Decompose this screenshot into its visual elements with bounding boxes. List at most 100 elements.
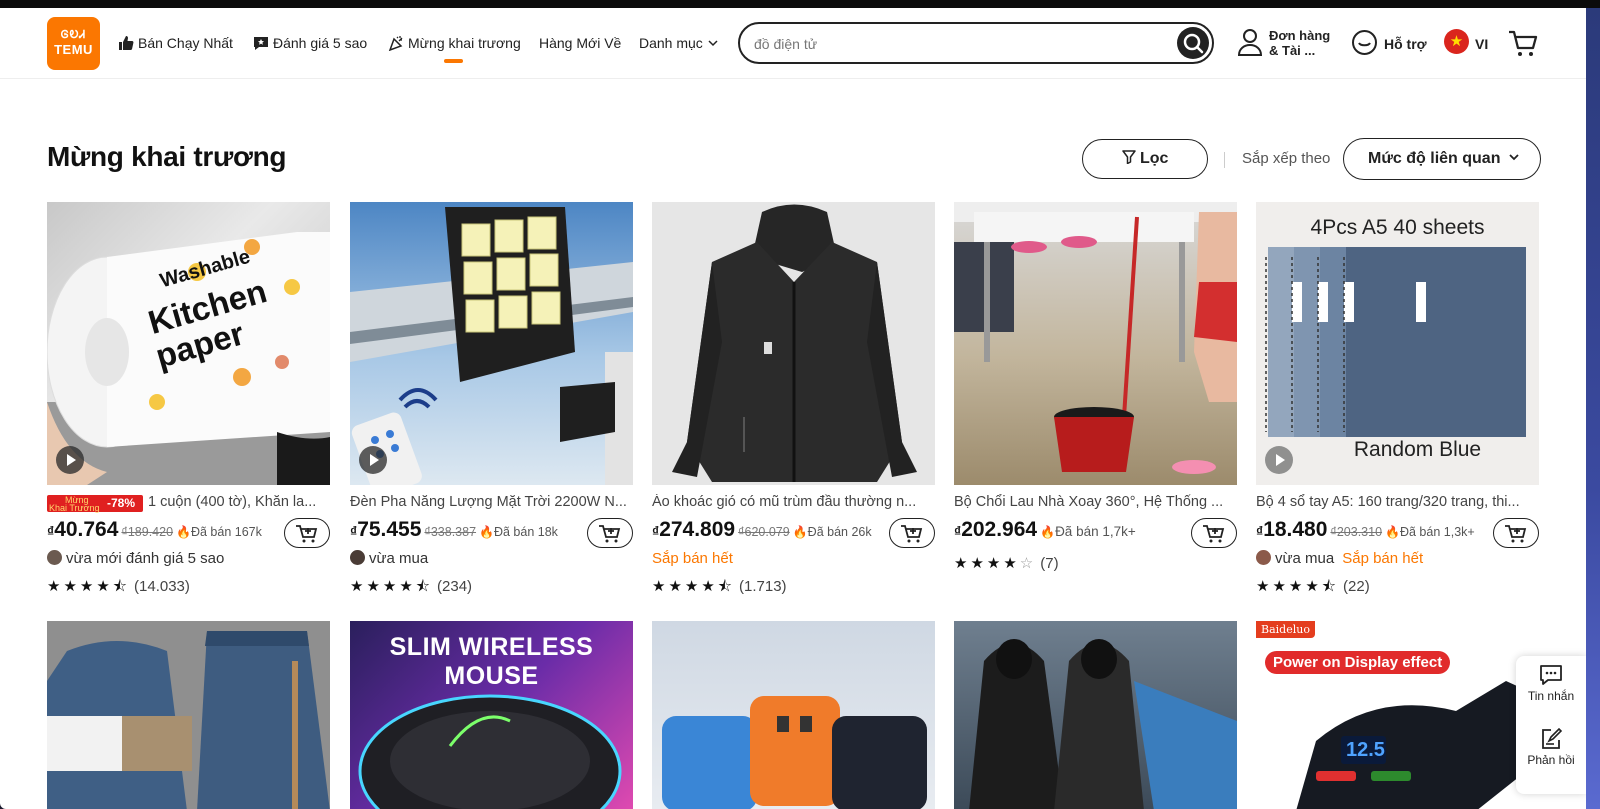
account-line2: & Tài ... [1269,43,1316,58]
active-nav-indicator [444,59,463,63]
chevron-down-icon [708,40,718,47]
price: ₫18.480 [1256,518,1327,541]
play-video-icon[interactable] [1265,446,1293,474]
nav-label: Đánh giá 5 sao [273,35,368,51]
temu-logo[interactable]: ᎶᎧᏗ TEMU [47,17,100,70]
image-text: 4Pcs A5 40 sheets [1310,216,1485,239]
sold-count: 🔥Đã bán 26k [793,525,872,539]
review-count: (14.033) [134,578,190,595]
star-rating: ★★★★⯪ (14.033) [47,578,190,595]
support-link[interactable]: Hỗ trợ [1384,36,1427,52]
add-cart-icon [296,525,318,543]
product-title[interactable]: 1 cuộn (400 tờ), Khăn la... [148,494,330,510]
nav-label: Mừng khai trương [408,35,521,51]
activity-line: vừa mua [350,550,428,567]
orders-account-link[interactable]: Đơn hàng & Tài ... [1269,28,1330,58]
support-icon[interactable] [1351,29,1378,56]
language-selector[interactable]: VI [1475,36,1488,52]
price: ₫40.764 [47,518,118,541]
product-card[interactable]: Washable Kitchen paper Mừng Khai Trương … [47,202,330,595]
travel-adapters-illustration [662,696,927,809]
account-line1: Đơn hàng [1269,28,1331,43]
nav-five-star[interactable]: Đánh giá 5 sao [253,35,367,51]
logo-glyphs: ᎶᎧᏗ [60,29,87,41]
price-row: ₫274.809 ₫620.079 🔥Đã bán 26k [652,518,935,548]
chat-icon [1540,665,1562,685]
add-to-cart-button[interactable] [1191,518,1237,548]
sold-text: Đã bán 18k [493,525,558,539]
fire-icon: 🔥 [1040,525,1056,539]
sold-count: 🔥Đã bán 1,7k+ [1040,524,1136,539]
thumbs-up-icon [119,36,134,50]
original-price: ₫338.387 [424,525,477,539]
product-card[interactable]: Áo khoác gió có mũ trùm đầu thường n... … [652,202,935,595]
star-rating: ★★★★⯪ (22) [1256,578,1370,595]
cart-icon[interactable] [1508,29,1538,57]
feedback-button[interactable]: Phản hồi [1516,727,1586,767]
nav-label: Bán Chạy Nhất [138,35,233,51]
product-image[interactable]: Baideluo Power on Display effect 12.5 [1256,621,1539,809]
add-to-cart-button[interactable] [587,518,633,548]
product-title[interactable]: Áo khoác gió có mũ trùm đầu thường n... [652,494,935,510]
sold-count: 🔥Đã bán 167k [176,525,262,539]
product-card[interactable]: Đèn Pha Năng Lượng Mặt Trời 2200W N... ₫… [350,202,633,595]
add-to-cart-button[interactable] [1493,518,1539,548]
search-button[interactable] [1177,27,1209,59]
fire-icon: 🔥 [176,525,191,539]
review-count: (22) [1343,578,1370,595]
edit-icon [1542,727,1563,749]
product-image[interactable] [954,202,1237,485]
nav-categories[interactable]: Danh mục [639,35,719,51]
opening-sale-badge: Mừng Khai Trương -78% [47,495,143,513]
product-card[interactable]: Bộ Chổi Lau Nhà Xoay 360°, Hệ Thống ... … [954,202,1237,572]
filter-icon [1121,150,1136,165]
sort-dropdown[interactable]: Mức độ liên quan [1343,138,1541,180]
charger-display: 12.5 [1346,739,1385,761]
product-title[interactable]: Đèn Pha Năng Lượng Mặt Trời 2200W N... [350,494,633,510]
play-video-icon[interactable] [359,446,387,474]
divider [1224,152,1225,168]
product-image[interactable]: 4Pcs A5 40 sheets Random Blue [1256,202,1539,485]
price-value: 202.964 [961,518,1038,541]
search-input[interactable] [752,31,1156,57]
price-value: 75.455 [357,518,422,541]
price-row: ₫18.480 ₫203.310 🔥Đã bán 1,3k+ [1256,518,1539,548]
product-card[interactable]: 4Pcs A5 40 sheets Random Blue Bộ 4 sổ ta… [1256,202,1539,595]
feedback-label: Phản hồi [1527,753,1575,767]
image-text: SLIM WIRELESS MOUSE [389,633,594,690]
solar-light-illustration [350,207,633,485]
jacket-illustration [672,204,917,482]
product-title[interactable]: Bộ Chổi Lau Nhà Xoay 360°, Hệ Thống ... [954,494,1237,510]
product-image[interactable] [350,202,633,485]
nav-new-arrivals[interactable]: Hàng Mới Về [539,35,621,51]
brand-tag: Baideluo [1256,621,1315,638]
product-title[interactable]: Bộ 4 sổ tay A5: 160 trang/320 trang, thi… [1256,494,1539,510]
review-count: (234) [437,578,473,595]
add-cart-icon [1203,525,1225,543]
nav-best-sellers[interactable]: Bán Chạy Nhất [118,35,233,51]
add-to-cart-button[interactable] [889,518,935,548]
add-cart-icon [901,525,923,543]
product-image[interactable]: Washable Kitchen paper [47,202,330,485]
fire-icon: 🔥 [479,525,494,539]
product-image[interactable] [47,621,330,809]
price: ₫75.455 [350,518,421,541]
price-row: ₫202.964 🔥Đã bán 1,7k+ [954,518,1237,548]
price-value: 18.480 [1263,518,1328,541]
mop-illustration [954,202,1237,474]
add-to-cart-button[interactable] [284,518,330,548]
almost-sold-out-label: Sắp bán hết [652,550,733,567]
product-image[interactable] [652,202,935,485]
product-image[interactable]: SLIM WIRELESS MOUSE [350,621,633,809]
play-video-icon[interactable] [56,446,84,474]
product-image[interactable] [652,621,935,809]
user-icon[interactable] [1237,28,1263,56]
add-cart-icon [1505,525,1527,543]
product-image[interactable] [954,621,1237,809]
filter-button[interactable]: Lọc [1082,139,1208,179]
review-count: (7) [1040,555,1059,572]
nav-grand-opening[interactable]: Mừng khai trương [388,35,521,51]
messages-button[interactable]: Tin nhắn [1516,664,1586,703]
vietnam-flag-icon[interactable]: ★ [1444,29,1469,54]
price-value: 274.809 [659,518,736,541]
